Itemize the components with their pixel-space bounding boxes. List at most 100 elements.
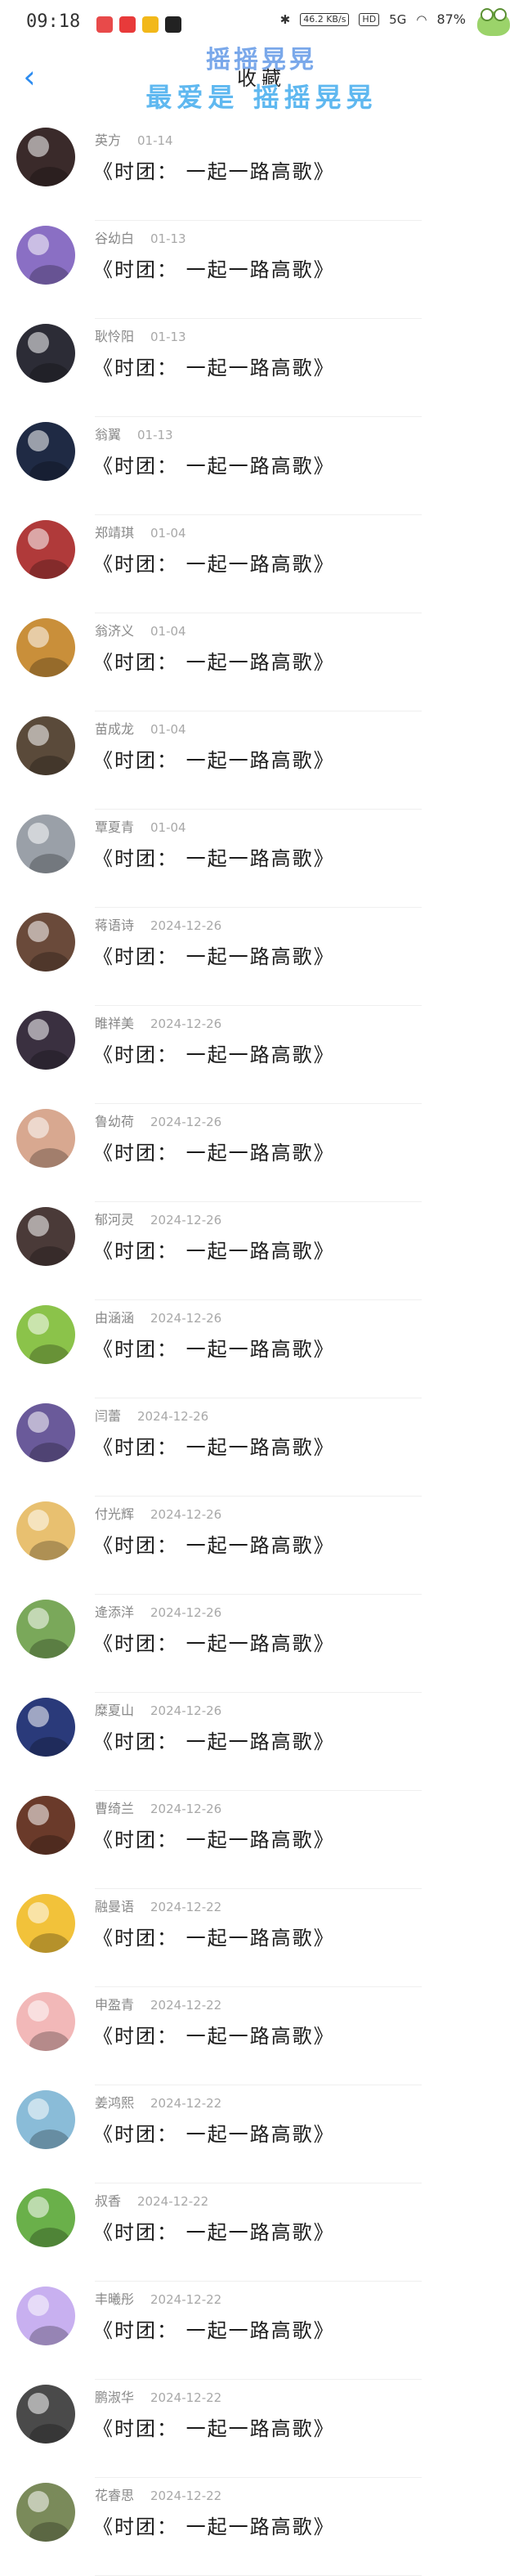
app-notification-icon (96, 16, 113, 33)
list-item[interactable]: 鲁幼荷 2024-12-26 《时团： 一起一路高歌》 (0, 1104, 523, 1202)
item-meta: 付光辉 2024-12-26 (95, 1503, 221, 1523)
list-item[interactable]: 鹏淑华 2024-12-22 《时团： 一起一路高歌》 (0, 2380, 523, 2478)
avatar[interactable] (16, 324, 75, 383)
avatar[interactable] (16, 1600, 75, 1658)
avatar[interactable] (16, 1698, 75, 1757)
list-item[interactable]: 花睿思 2024-12-22 《时团： 一起一路高歌》 (0, 2478, 523, 2576)
avatar[interactable] (16, 1403, 75, 1462)
user-name: 翁翼 (95, 427, 122, 442)
app-notification-icon (142, 16, 159, 33)
list-item[interactable]: 丰曦彤 2024-12-22 《时团： 一起一路高歌》 (0, 2282, 523, 2380)
user-name: 逄添洋 (95, 1604, 135, 1620)
avatar[interactable] (16, 913, 75, 972)
avatar[interactable] (16, 128, 75, 186)
list-item[interactable]: 英方 01-14 《时团： 一起一路高歌》 (0, 123, 523, 221)
list-item[interactable]: 姜鸿熙 2024-12-22 《时团： 一起一路高歌》 (0, 2085, 523, 2183)
avatar[interactable] (16, 2483, 75, 2542)
song-title: 《时团： 一起一路高歌》 (93, 1142, 335, 1165)
user-name: 鲁幼荷 (95, 1114, 135, 1129)
avatar[interactable] (16, 618, 75, 677)
list-item[interactable]: 耿怜阳 01-13 《时团： 一起一路高歌》 (0, 319, 523, 417)
user-name: 郑靖琪 (95, 525, 135, 541)
song-title: 《时团： 一起一路高歌》 (93, 1632, 335, 1655)
avatar[interactable] (16, 1109, 75, 1168)
item-meta: 苗成龙 01-04 (95, 718, 186, 738)
avatar[interactable] (16, 1992, 75, 2051)
list-item[interactable]: 由涵涵 2024-12-26 《时团： 一起一路高歌》 (0, 1300, 523, 1398)
user-name: 蒋语诗 (95, 918, 135, 933)
list-item[interactable]: 付光辉 2024-12-26 《时团： 一起一路高歌》 (0, 1497, 523, 1595)
item-date: 2024-12-26 (150, 1802, 222, 1816)
item-date: 2024-12-26 (150, 1605, 222, 1620)
list-item[interactable]: 睢祥美 2024-12-26 《时团： 一起一路高歌》 (0, 1006, 523, 1104)
list-item[interactable]: 曹绮兰 2024-12-26 《时团： 一起一路高歌》 (0, 1791, 523, 1889)
item-meta: 谷幼白 01-13 (95, 227, 186, 247)
user-name: 郁河灵 (95, 1212, 135, 1227)
avatar[interactable] (16, 1501, 75, 1560)
list-item[interactable]: 翁济义 01-04 《时团： 一起一路高歌》 (0, 613, 523, 711)
item-date: 2024-12-22 (150, 2292, 222, 2307)
battery-level: 87% (436, 11, 466, 27)
user-name: 融曼语 (95, 1899, 135, 1914)
item-meta: 叔香 2024-12-22 (95, 2190, 208, 2210)
item-meta: 蒋语诗 2024-12-26 (95, 914, 221, 934)
list-item[interactable]: 闫蕾 2024-12-26 《时团： 一起一路高歌》 (0, 1398, 523, 1497)
avatar[interactable] (16, 422, 75, 481)
user-name: 由涵涵 (95, 1310, 135, 1326)
list-item[interactable]: 融曼语 2024-12-22 《时团： 一起一路高歌》 (0, 1889, 523, 1987)
list-item[interactable]: 翁翼 01-13 《时团： 一起一路高歌》 (0, 417, 523, 515)
avatar[interactable] (16, 1894, 75, 1953)
item-date: 2024-12-26 (150, 1213, 222, 1227)
item-date: 2024-12-22 (150, 2488, 222, 2503)
song-title: 《时团： 一起一路高歌》 (93, 553, 335, 576)
list-item[interactable]: 谷幼白 01-13 《时团： 一起一路高歌》 (0, 221, 523, 319)
user-name: 糜夏山 (95, 1703, 135, 1718)
item-meta: 翁翼 01-13 (95, 424, 173, 443)
list-item[interactable]: 叔香 2024-12-22 《时团： 一起一路高歌》 (0, 2183, 523, 2282)
item-meta: 睢祥美 2024-12-26 (95, 1012, 221, 1032)
item-meta: 覃夏青 01-04 (95, 816, 186, 836)
avatar[interactable] (16, 1207, 75, 1266)
list-item[interactable]: 逄添洋 2024-12-26 《时团： 一起一路高歌》 (0, 1595, 523, 1693)
list-item[interactable]: 蒋语诗 2024-12-26 《时团： 一起一路高歌》 (0, 908, 523, 1006)
avatar[interactable] (16, 1305, 75, 1364)
avatar[interactable] (16, 1011, 75, 1070)
notification-icons (96, 16, 181, 33)
nav-bar: ‹ 摇摇晃晃 收藏 最爱是 摇摇晃晃 (0, 46, 523, 131)
avatar[interactable] (16, 815, 75, 873)
list-item[interactable]: 申盈青 2024-12-22 《时团： 一起一路高歌》 (0, 1987, 523, 2085)
item-date: 2024-12-26 (150, 1507, 222, 1522)
item-date: 01-13 (150, 330, 186, 344)
list-item[interactable]: 苗成龙 01-04 《时团： 一起一路高歌》 (0, 711, 523, 810)
avatar[interactable] (16, 520, 75, 579)
avatar[interactable] (16, 716, 75, 775)
user-name: 花睿思 (95, 2488, 135, 2503)
user-name: 曹绮兰 (95, 1801, 135, 1816)
item-meta: 糜夏山 2024-12-26 (95, 1699, 221, 1719)
avatar[interactable] (16, 2090, 75, 2149)
item-meta: 逄添洋 2024-12-26 (95, 1601, 221, 1621)
avatar[interactable] (16, 226, 75, 285)
user-name: 叔香 (95, 2193, 122, 2209)
signal-5g: 5G (389, 11, 407, 27)
app-notification-icon (165, 16, 181, 33)
item-date: 2024-12-26 (150, 1115, 222, 1129)
avatar[interactable] (16, 2287, 75, 2345)
list-item[interactable]: 覃夏青 01-04 《时团： 一起一路高歌》 (0, 810, 523, 908)
list-item[interactable]: 郁河灵 2024-12-26 《时团： 一起一路高歌》 (0, 1202, 523, 1300)
avatar[interactable] (16, 2188, 75, 2247)
item-date: 01-13 (150, 231, 186, 246)
user-name: 睢祥美 (95, 1016, 135, 1031)
user-name: 闫蕾 (95, 1408, 122, 1424)
list-item[interactable]: 郑靖琪 01-04 《时团： 一起一路高歌》 (0, 515, 523, 613)
avatar[interactable] (16, 2385, 75, 2444)
item-date: 2024-12-22 (150, 2096, 222, 2111)
avatar[interactable] (16, 1796, 75, 1855)
user-name: 付光辉 (95, 1506, 135, 1522)
list-item[interactable]: 糜夏山 2024-12-26 《时团： 一起一路高歌》 (0, 1693, 523, 1791)
song-title: 《时团： 一起一路高歌》 (93, 2221, 335, 2244)
song-title: 《时团： 一起一路高歌》 (93, 2319, 335, 2342)
song-title: 《时团： 一起一路高歌》 (93, 1730, 335, 1753)
user-name: 翁济义 (95, 623, 135, 639)
item-date: 01-04 (150, 820, 186, 835)
